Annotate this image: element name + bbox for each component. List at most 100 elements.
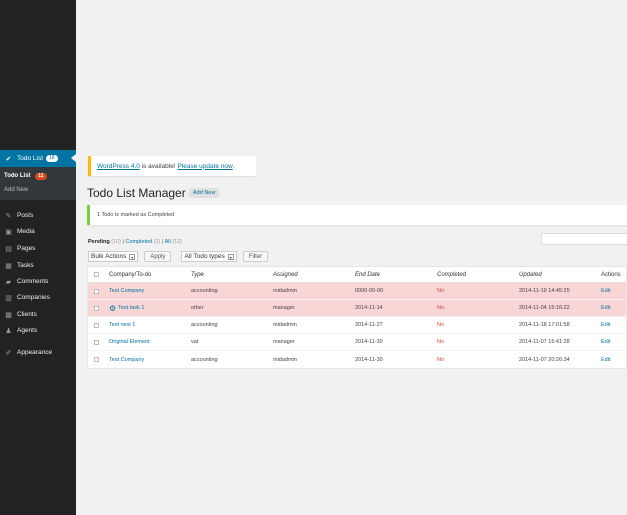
tasks-icon: ▦ (5, 262, 12, 270)
row-checkbox[interactable] (94, 322, 99, 328)
select-all-checkbox[interactable] (94, 272, 99, 277)
end-date-cell: 0000-00-00 (355, 288, 384, 294)
todo-type-select[interactable]: All Todo types ▾ (181, 251, 237, 262)
view-pending[interactable]: Pending (88, 239, 110, 245)
edit-link[interactable]: Edit (601, 322, 610, 328)
wordpress-version-link[interactable]: WordPress 4.0 (97, 163, 140, 170)
table-row: Test new 1 accounting midadmin 2014-11-2… (88, 317, 626, 334)
end-date-cell: 2014-11-27 (355, 322, 383, 328)
column-header-company[interactable]: Company/To-do (109, 267, 189, 282)
end-date-cell: 2014-11-30 (355, 339, 383, 345)
row-checkbox-cell (94, 300, 102, 316)
company-link[interactable]: Test Company (109, 288, 144, 294)
filter-button[interactable]: Filter (242, 251, 269, 262)
sidebar-item-clients[interactable]: ▩ Clients (0, 307, 76, 322)
pin-icon: ✎ (5, 212, 12, 220)
actions-cell: Edit (601, 300, 627, 316)
sidebar-item-companies[interactable]: ▥ Companies (0, 290, 76, 305)
status-views: Pending (10) | Completed (2) | All (12) (88, 239, 182, 245)
task-link[interactable]: Test new 1 (109, 322, 135, 328)
update-now-link[interactable]: Please update now (177, 163, 232, 170)
sidebar-item-todo-list[interactable]: ✔ Todo List 18 (0, 150, 76, 167)
sidebar-item-label: Clients (17, 311, 37, 318)
company-cell: Original Element (109, 334, 189, 350)
comments-icon: ▰ (5, 278, 12, 286)
companies-icon: ▥ (5, 294, 12, 302)
update-notice: WordPress 4.0 is available! Please updat… (88, 156, 256, 176)
sidebar-item-label: Tasks (17, 262, 34, 269)
sidebar-item-label: Todo List (17, 155, 44, 162)
sidebar-item-tasks[interactable]: ▦ Tasks (0, 258, 76, 273)
sidebar-item-label: Agents (17, 327, 38, 334)
apply-button[interactable]: Apply (144, 251, 172, 262)
column-header-end-date[interactable]: End Date (355, 267, 435, 282)
sidebar-item-pages[interactable]: ▤ Pages (0, 241, 76, 256)
sidebar-item-posts[interactable]: ✎ Posts (0, 208, 76, 223)
company-cell: Test Company (109, 283, 189, 299)
sidebar-item-label: Comments (17, 278, 49, 285)
bulk-actions-label: Bulk Actions (91, 253, 127, 260)
task-link[interactable]: Original Element (109, 339, 150, 345)
updated-cell: 2014-11-07 15:41:28 (519, 339, 570, 345)
completed-cell: No (437, 305, 445, 311)
edit-link[interactable]: Edit (601, 305, 610, 311)
sidebar-item-comments[interactable]: ▰ Comments (0, 274, 76, 289)
task-link[interactable]: Test task 1 (118, 305, 144, 311)
todo-pending-badge: 11 (35, 173, 47, 180)
completed-cell: No (437, 356, 445, 363)
sidebar-item-media[interactable]: ▣ Media (0, 224, 76, 239)
column-header-updated[interactable]: Updated (519, 267, 599, 282)
submenu-todo-list[interactable]: Todo List 11 (4, 173, 47, 180)
view-completed[interactable]: Completed (126, 239, 153, 245)
company-link[interactable]: Test Company (109, 357, 144, 363)
edit-link[interactable]: Edit (601, 357, 610, 363)
sidebar-item-label: Media (17, 228, 35, 235)
clients-icon: ▩ (5, 311, 12, 319)
row-checkbox[interactable] (94, 339, 99, 345)
submenu-add-new[interactable]: Add New (4, 187, 28, 193)
end-date-cell: 2014-11-14 (355, 305, 383, 311)
pages-icon: ▤ (5, 245, 12, 253)
row-checkbox-cell (94, 283, 102, 299)
updated-cell: 2014-11-04 15:16:22 (519, 305, 570, 311)
row-checkbox[interactable] (94, 357, 99, 362)
admin-sidebar: ✔ Todo List 18 Todo List 11 Add New ✎ Po… (0, 0, 76, 515)
type-cell: accounting (191, 356, 218, 363)
column-header-actions: Actions (601, 271, 621, 278)
todo-submenu: Todo List 11 Add New (0, 167, 76, 200)
actions-cell: Edit (601, 334, 627, 350)
company-cell: ⚙ Test task 1 (109, 300, 189, 316)
completed-cell: No (437, 339, 445, 345)
add-new-button[interactable]: Add New (189, 188, 220, 198)
search-input[interactable] (541, 233, 627, 245)
assigned-cell: manager (273, 339, 295, 345)
column-header-assigned[interactable]: Assigned (273, 267, 353, 282)
edit-link[interactable]: Edit (601, 339, 610, 345)
table-header-row: Company/To-do Type Assigned End Date Com… (88, 267, 626, 283)
chevron-down-icon: ▾ (129, 253, 136, 260)
todo-table: Company/To-do Type Assigned End Date Com… (87, 266, 627, 369)
todo-count-badge: 18 (46, 155, 58, 162)
row-checkbox[interactable] (94, 305, 99, 311)
bulk-actions-select[interactable]: Bulk Actions ▾ (88, 251, 139, 262)
edit-link[interactable]: Edit (601, 288, 610, 294)
updated-cell: 2014-11-07 20:26:34 (519, 356, 570, 363)
select-all-checkbox-cell (94, 267, 102, 282)
column-header-completed[interactable]: Completed (437, 267, 517, 282)
table-row: ⚙ Test task 1 other manager 2014-11-14 N… (88, 300, 626, 317)
success-notice: 1 Todo is marked as Completed (87, 205, 627, 225)
sidebar-item-label: Appearance (17, 349, 53, 356)
table-nav: Bulk Actions ▾ Apply All Todo types ▾ Fi… (88, 251, 269, 262)
column-header-type[interactable]: Type (191, 267, 271, 282)
sidebar-item-appearance[interactable]: ✐ Appearance (0, 345, 76, 360)
view-all-count: (12) (172, 239, 183, 245)
sidebar-item-agents[interactable]: ♟ Agents (0, 323, 76, 338)
agents-icon: ♟ (5, 327, 12, 335)
table-row: Test Company accounting midadmin 0000-00… (88, 283, 626, 300)
company-cell: Test Company (109, 351, 189, 368)
completed-cell: No (437, 288, 445, 294)
view-all[interactable]: All (165, 239, 171, 245)
sidebar-item-label: Companies (17, 294, 50, 301)
update-notice-end: . (232, 162, 235, 170)
row-checkbox[interactable] (94, 288, 99, 294)
